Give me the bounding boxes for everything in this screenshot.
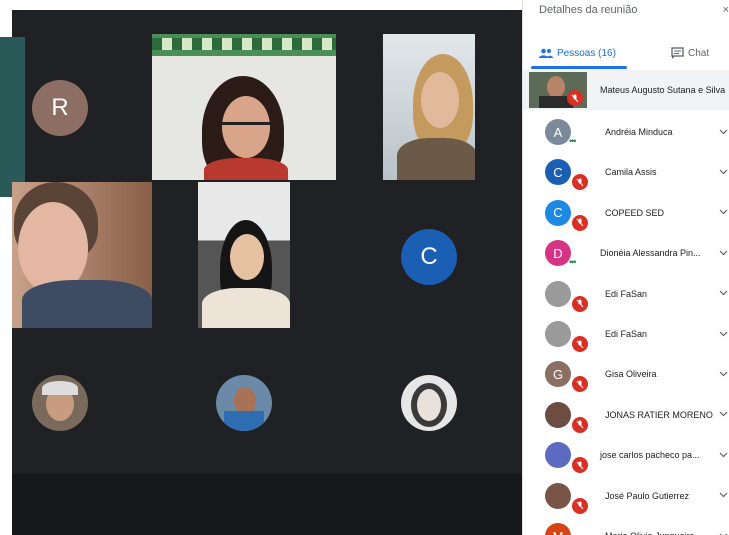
- avatar-face: [417, 389, 441, 421]
- participant-name: Edi FaSan: [605, 329, 648, 339]
- participant-row[interactable]: C COPEED SED: [523, 193, 729, 233]
- participant-avatar: A: [545, 119, 571, 145]
- chevron-down-icon[interactable]: [719, 207, 728, 218]
- participant-avatar: [545, 321, 571, 347]
- video-person-body: [202, 288, 290, 328]
- participant-avatar: D: [545, 240, 571, 267]
- thumb-face: [547, 76, 565, 98]
- video-person-glasses: [222, 122, 270, 130]
- participant-tile-avatar-c[interactable]: C: [401, 229, 457, 285]
- video-person-face: [421, 72, 459, 128]
- participant-tile-video-2[interactable]: [383, 34, 475, 180]
- participant-row[interactable]: José Paulo Gutierrez: [523, 476, 729, 516]
- chevron-down-icon[interactable]: [719, 531, 728, 535]
- muted-mic-icon: [572, 295, 588, 312]
- avatar-initial: C: [420, 243, 438, 270]
- pattern-strip: [152, 38, 336, 50]
- participant-row[interactable]: C Camila Assis: [523, 152, 729, 192]
- people-icon: [539, 48, 553, 58]
- participant-avatar: M: [545, 523, 571, 535]
- participant-avatar: C: [545, 159, 571, 186]
- participant-name: Mateus Augusto Sutana e Silva: [600, 85, 726, 95]
- participant-avatar: [545, 482, 571, 509]
- participant-avatar: G: [545, 361, 571, 388]
- close-icon[interactable]: ×: [723, 4, 729, 16]
- participant-row[interactable]: D ••• Dionéia Alessandra Pin...: [523, 233, 729, 273]
- self-video-thumbnail: [529, 72, 587, 108]
- participant-name: Maria Olivia Junqueira: [605, 531, 695, 535]
- chevron-down-icon[interactable]: [719, 450, 728, 461]
- tab-people-label: Pessoas (16): [557, 47, 616, 59]
- chat-icon: [671, 47, 684, 59]
- participant-name: Camila Assis: [605, 167, 657, 178]
- participant-row[interactable]: Edi FaSan: [523, 314, 729, 354]
- participant-name: Andréia Minduca: [605, 127, 673, 137]
- participant-row[interactable]: A ••• Andréia Minduca: [523, 112, 729, 152]
- participant-row-self[interactable]: Mateus Augusto Sutana e Silva: [523, 70, 729, 110]
- participant-row[interactable]: G Gisa Oliveira: [523, 354, 729, 394]
- chevron-down-icon[interactable]: [719, 127, 728, 138]
- muted-mic-icon: [572, 416, 588, 433]
- speaking-indicator-icon: •••: [569, 257, 577, 268]
- avatar-hair: [42, 381, 78, 395]
- participant-avatar-photo-3[interactable]: [401, 375, 457, 431]
- muted-mic-icon: [572, 174, 588, 191]
- side-decoration: [0, 37, 25, 197]
- participant-name: jose carlos pacheco pa...: [600, 450, 700, 461]
- tab-chat[interactable]: Chat: [671, 38, 709, 68]
- participant-name: Gisa Oliveira: [605, 369, 657, 380]
- muted-mic-icon: [572, 376, 588, 393]
- participant-name: Edi FaSan: [605, 288, 648, 299]
- muted-mic-icon: [572, 336, 588, 352]
- participant-tile-avatar-r[interactable]: R: [32, 80, 88, 136]
- video-person-body: [22, 280, 152, 328]
- avatar-initial: R: [51, 94, 69, 121]
- participant-row[interactable]: JONAS RATIER MORENO: [523, 395, 729, 435]
- participant-name: COPEED SED: [605, 207, 665, 218]
- chevron-down-icon[interactable]: [719, 409, 728, 420]
- muted-mic-icon: [572, 457, 588, 474]
- participant-row[interactable]: Edi FaSan: [523, 274, 729, 314]
- chevron-down-icon[interactable]: [719, 167, 728, 178]
- muted-mic-icon: [572, 214, 588, 231]
- panel-tabs: Pessoas (16) Chat: [523, 38, 729, 69]
- participant-avatar-photo-1[interactable]: [32, 375, 88, 431]
- chevron-down-icon[interactable]: [719, 369, 728, 380]
- chevron-down-icon[interactable]: [719, 248, 728, 259]
- participant-avatar: [545, 401, 571, 428]
- video-person-body: [204, 158, 288, 180]
- bottom-strip: [12, 474, 522, 535]
- tab-people[interactable]: Pessoas (16): [539, 38, 616, 68]
- video-person-body: [397, 138, 475, 180]
- participant-tile-video-3[interactable]: [12, 182, 152, 328]
- chevron-down-icon[interactable]: [719, 490, 728, 501]
- participant-tile-video-4[interactable]: [198, 182, 290, 328]
- muted-mic-icon: [572, 497, 588, 514]
- video-stage: R C: [0, 0, 522, 535]
- panel-title: Detalhes da reunião: [539, 4, 638, 16]
- active-tab-indicator: [531, 66, 627, 69]
- participant-tile-video-1[interactable]: [152, 34, 336, 180]
- participant-name: JONAS RATIER MORENO: [605, 409, 713, 420]
- muted-mic-icon: [567, 90, 583, 106]
- participant-name: José Paulo Gutierrez: [605, 490, 690, 501]
- video-person-face: [230, 234, 264, 280]
- participant-avatar: [545, 280, 571, 307]
- avatar-body: [224, 411, 264, 431]
- speaking-indicator-icon: •••: [569, 136, 577, 146]
- participant-avatar: [545, 442, 571, 469]
- chevron-down-icon[interactable]: [719, 288, 728, 299]
- tab-chat-label: Chat: [688, 47, 710, 59]
- meeting-details-panel: Detalhes da reunião × Pessoas (16) Chat …: [522, 0, 729, 535]
- participant-row[interactable]: jose carlos pacheco pa...: [523, 435, 729, 475]
- participant-row[interactable]: M Maria Olivia Junqueira: [523, 516, 729, 535]
- participant-avatar: C: [545, 199, 571, 226]
- participant-avatar-photo-2[interactable]: [216, 375, 272, 431]
- participant-name: Dionéia Alessandra Pin...: [600, 248, 701, 259]
- chevron-down-icon[interactable]: [719, 329, 728, 340]
